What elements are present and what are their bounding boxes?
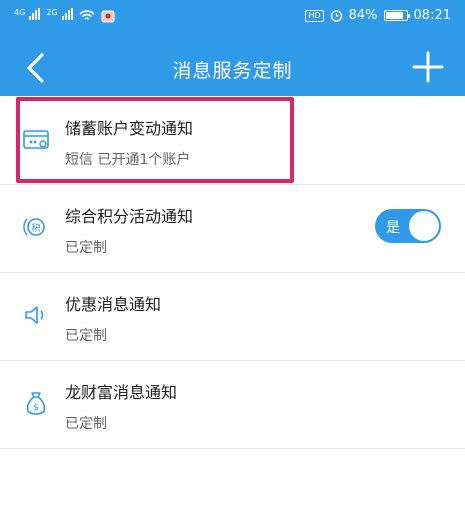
battery-icon (383, 10, 410, 21)
page-title: 消息服务定制 (172, 60, 293, 82)
network-type-label: 2G (46, 8, 58, 17)
add-icon[interactable] (411, 50, 445, 84)
item-subtitle: 已定制 (65, 328, 107, 344)
item-subtitle: 已定制 (65, 240, 107, 256)
signal-icon (29, 8, 41, 20)
notification-app-icon (101, 10, 115, 22)
item-title: 龙财富消息通知 (65, 383, 178, 402)
signal-2g: 2G (46, 8, 73, 24)
wifi-icon (79, 10, 95, 20)
item-title: 综合积分活动通知 (65, 207, 194, 226)
subscription-toggle[interactable]: 是 (375, 209, 441, 243)
battery-percent: 84% (348, 8, 378, 23)
signal-icon (61, 8, 73, 20)
points-icon: 积 (23, 218, 45, 236)
network-type-label: 4G (14, 8, 26, 17)
toggle-label: 是 (386, 220, 400, 236)
list-item-points-notice[interactable]: 积 综合积分活动通知 已定制 是 (0, 185, 465, 273)
list-item-promo-notice[interactable]: 优惠消息通知 已定制 (0, 273, 465, 361)
hd-badge: HD (305, 9, 324, 22)
item-title: 优惠消息通知 (65, 295, 162, 314)
signal-4g: 4G (14, 8, 41, 24)
speaker-icon (25, 306, 44, 324)
item-subtitle: 已定制 (65, 416, 107, 432)
top-bar: 4G 2G HD 84% 08:21 消息服务定制 (0, 0, 465, 96)
nav-bar: 消息服务定制 (0, 40, 465, 96)
battery-fill (385, 12, 403, 19)
money-bag-icon: $ (26, 392, 46, 415)
alarm-icon (330, 10, 342, 22)
list-item-wealth-notice[interactable]: $ 龙财富消息通知 已定制 (0, 361, 465, 449)
toggle-knob (409, 211, 439, 241)
svg-text:积: 积 (31, 222, 40, 234)
highlight-box (16, 97, 294, 183)
status-bar: 4G 2G HD 84% 08:21 (0, 0, 465, 34)
svg-text:$: $ (33, 403, 39, 413)
clock: 08:21 (413, 8, 451, 23)
